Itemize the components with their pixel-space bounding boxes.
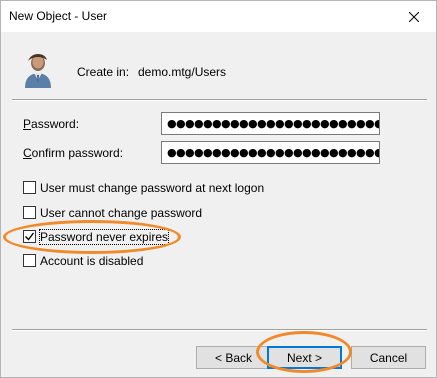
close-icon <box>408 11 419 22</box>
checkbox[interactable] <box>23 254 36 267</box>
cancel-button[interactable]: Cancel <box>351 346 426 369</box>
password-input[interactable]: ●●●●●●●●●●●●●●●●●●●●●●●●●●●●●●●●●●●● <box>161 112 380 135</box>
next-button[interactable]: Next > <box>267 346 342 369</box>
new-object-user-dialog: New Object - User Create in: demo.mtg/Us… <box>0 0 437 378</box>
confirm-password-input[interactable]: ●●●●●●●●●●●●●●●●●●●●●●●●●●●●●●●●●●●● <box>161 141 380 164</box>
option-label: Account is disabled <box>40 253 144 268</box>
option-cannot-change-password[interactable]: User cannot change password <box>23 205 202 220</box>
close-button[interactable] <box>391 1 436 32</box>
separator <box>12 329 427 331</box>
window-title: New Object - User <box>9 9 108 23</box>
back-button[interactable]: < Back <box>196 346 271 369</box>
checkbox[interactable] <box>23 181 36 194</box>
checkmark-icon <box>25 232 35 241</box>
option-label: Password never expires <box>38 228 170 245</box>
user-icon <box>25 54 51 88</box>
option-account-disabled[interactable]: Account is disabled <box>23 253 143 268</box>
option-label: User must change password at next logon <box>40 180 265 195</box>
checkbox[interactable] <box>23 206 36 219</box>
checkbox-checked[interactable] <box>23 230 36 243</box>
option-label: User cannot change password <box>40 205 203 220</box>
title-bar: New Object - User <box>1 1 436 32</box>
option-password-never-expires[interactable]: Password never expires <box>23 228 170 245</box>
password-label: Password: <box>23 117 80 131</box>
option-must-change-password[interactable]: User must change password at next logon <box>23 180 264 195</box>
create-in-label: Create in: <box>77 65 130 79</box>
create-in-path: demo.mtg/Users <box>138 65 227 79</box>
separator <box>12 99 427 101</box>
confirm-password-label: Confirm password: <box>23 146 124 160</box>
